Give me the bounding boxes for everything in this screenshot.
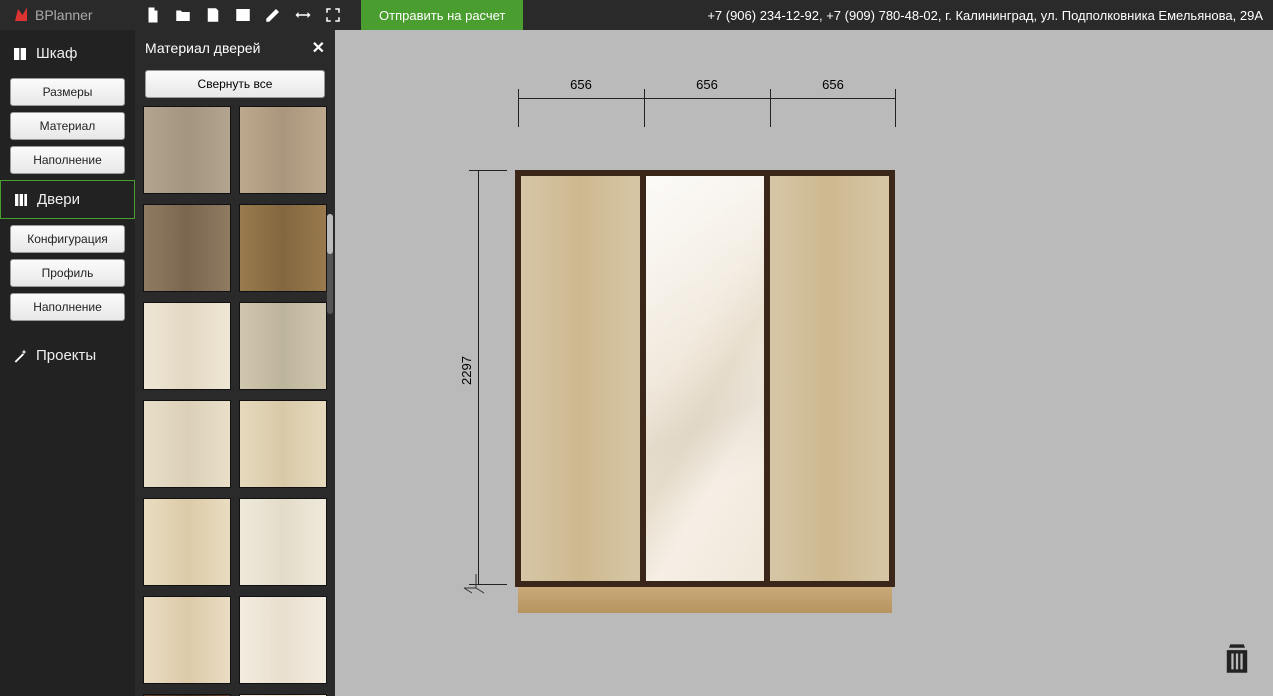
door-1[interactable]: [521, 176, 640, 581]
edit-icon[interactable]: [263, 5, 283, 25]
btn-door-filling[interactable]: Наполнение: [10, 293, 125, 321]
axis-origin-icon: [462, 570, 494, 597]
left-dimension: 2297: [455, 170, 487, 585]
panel-title: Материал дверей: [145, 40, 260, 56]
dim-top-1: 656: [570, 77, 592, 92]
close-panel-icon[interactable]: ✕: [312, 38, 325, 58]
dim-top-3: 656: [822, 77, 844, 92]
collapse-all-button[interactable]: Свернуть все: [145, 70, 325, 98]
material-swatch-7[interactable]: [143, 400, 231, 488]
app-logo: BPlanner: [0, 0, 135, 30]
wardrobe-plinth: [518, 587, 892, 613]
material-swatch-6[interactable]: [239, 302, 327, 390]
logo-icon: [12, 6, 30, 24]
top-dimensions: 656 656 656: [518, 75, 896, 107]
material-swatch-3[interactable]: [143, 204, 231, 292]
door-2[interactable]: [646, 176, 765, 581]
section-doors[interactable]: Двери: [0, 180, 135, 219]
open-folder-icon[interactable]: [173, 5, 193, 25]
btn-dimensions[interactable]: Размеры: [10, 78, 125, 106]
btn-profile[interactable]: Профиль: [10, 259, 125, 287]
magic-icon: [12, 348, 28, 364]
dim-height: 2297: [459, 356, 474, 385]
material-swatch-11[interactable]: [143, 596, 231, 684]
material-swatch-2[interactable]: [239, 106, 327, 194]
btn-filling[interactable]: Наполнение: [10, 146, 125, 174]
contact-info: +7 (906) 234-12-92, +7 (909) 780-48-02, …: [707, 0, 1273, 30]
doors-icon: [13, 192, 29, 208]
fullscreen-icon[interactable]: [323, 5, 343, 25]
btn-material[interactable]: Материал: [10, 112, 125, 140]
submit-button[interactable]: Отправить на расчет: [361, 0, 523, 30]
material-swatch-1[interactable]: [143, 106, 231, 194]
save-icon[interactable]: [203, 5, 223, 25]
section-doors-label: Двери: [37, 191, 80, 208]
panel-scrollbar[interactable]: [327, 214, 333, 314]
trash-icon[interactable]: [1223, 641, 1251, 678]
app-name: BPlanner: [35, 7, 93, 23]
material-swatch-10[interactable]: [239, 498, 327, 586]
material-swatch-12[interactable]: [239, 596, 327, 684]
btn-configuration[interactable]: Конфигурация: [10, 225, 125, 253]
wardrobe-icon: [12, 46, 28, 62]
section-projects[interactable]: Проекты: [0, 337, 135, 374]
resize-horizontal-icon[interactable]: [293, 5, 313, 25]
section-projects-label: Проекты: [36, 347, 96, 364]
dim-top-2: 656: [696, 77, 718, 92]
material-swatch-5[interactable]: [143, 302, 231, 390]
section-wardrobe[interactable]: Шкаф: [0, 35, 135, 72]
new-file-icon[interactable]: [143, 5, 163, 25]
section-wardrobe-label: Шкаф: [36, 45, 77, 62]
wardrobe-preview[interactable]: [515, 170, 895, 613]
material-swatch-9[interactable]: [143, 498, 231, 586]
material-swatch-4[interactable]: [239, 204, 327, 292]
door-3[interactable]: [770, 176, 889, 581]
material-swatch-8[interactable]: [239, 400, 327, 488]
image-icon[interactable]: [233, 5, 253, 25]
